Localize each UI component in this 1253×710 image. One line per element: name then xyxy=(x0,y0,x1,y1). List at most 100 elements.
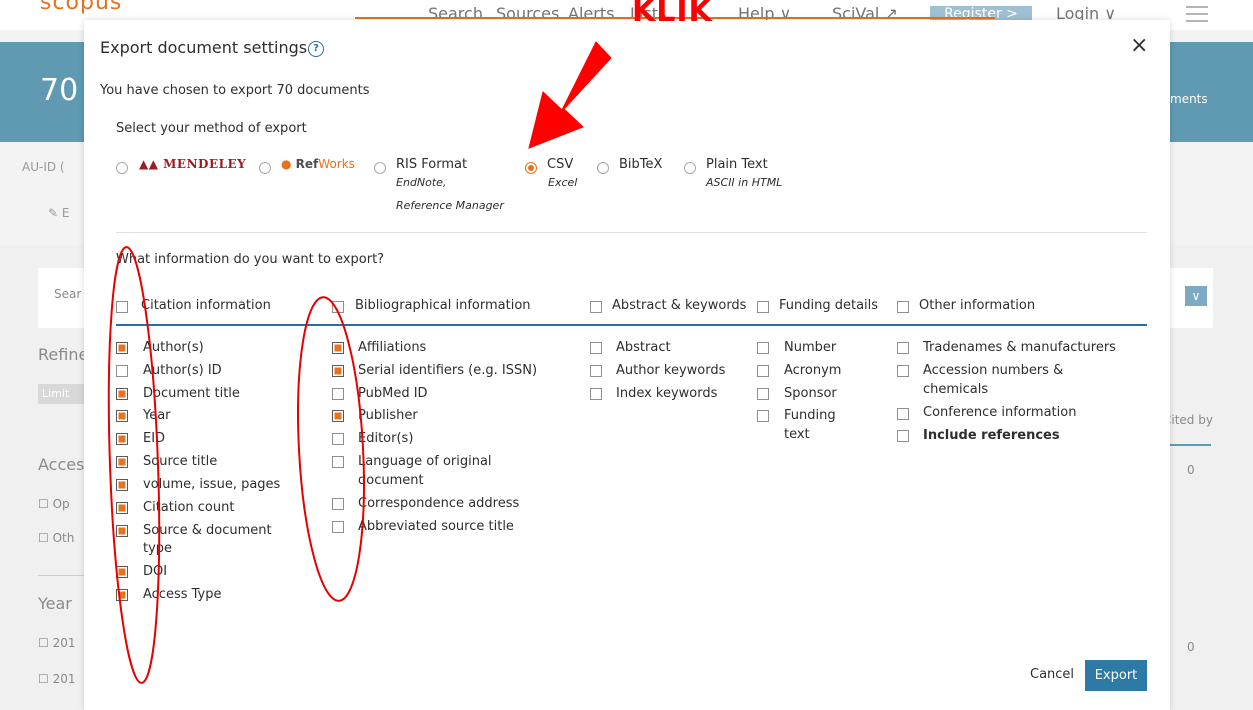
bibtex-label[interactable]: BibTeX xyxy=(619,157,662,172)
option-label: Abbreviated source title xyxy=(358,519,514,534)
option-label: Affiliations xyxy=(358,340,427,355)
option-label: Author(s) xyxy=(143,340,204,355)
chevron-down-icon[interactable]: ∨ xyxy=(1185,286,1207,306)
plain-text-label[interactable]: Plain Text xyxy=(706,157,768,172)
checkbox-citation-count[interactable] xyxy=(116,502,128,514)
banner-documents-text: ments xyxy=(1170,92,1208,106)
cancel-button[interactable]: Cancel xyxy=(1030,667,1074,682)
radio-refworks[interactable] xyxy=(259,162,271,174)
close-icon[interactable]: × xyxy=(1130,33,1148,58)
checkbox-affiliations[interactable] xyxy=(332,342,344,354)
checkbox-editors[interactable] xyxy=(332,433,344,445)
radio-csv[interactable] xyxy=(525,162,537,174)
radio-ris[interactable] xyxy=(374,162,386,174)
menu-icon[interactable] xyxy=(1186,6,1208,22)
pencil-icon: ✎ xyxy=(48,206,62,220)
option-label: Tradenames & manufacturers xyxy=(923,340,1116,355)
option-label: Accession numbers & xyxy=(923,363,1064,378)
help-icon[interactable]: ? xyxy=(308,41,324,57)
cited-by-count-2: 0 xyxy=(1187,640,1195,654)
radio-mendeley[interactable] xyxy=(116,162,128,174)
au-id-query: AU-ID ( xyxy=(22,160,65,174)
option-label: DOI xyxy=(143,564,168,579)
year-filter-2[interactable]: ☐ 201 xyxy=(38,672,75,686)
checkbox-citation-all[interactable] xyxy=(116,301,128,313)
scopus-logo[interactable]: scopus xyxy=(40,0,122,15)
year-heading: Year xyxy=(38,594,72,613)
mendeley-logo[interactable]: ▲▲ MENDELEY xyxy=(139,157,246,171)
checkbox-tradenames[interactable] xyxy=(897,342,909,354)
access-open-filter[interactable]: ☐ Op xyxy=(38,497,70,511)
option-label: Acronym xyxy=(784,363,842,378)
checkbox-doi[interactable] xyxy=(116,566,128,578)
refine-results-heading: Refine xyxy=(38,345,89,364)
limit-to-button[interactable]: Limit xyxy=(38,384,88,404)
checkbox-volume-issue-pages[interactable] xyxy=(116,479,128,491)
option-label: volume, issue, pages xyxy=(143,477,281,492)
option-label: Sponsor xyxy=(784,386,837,401)
csv-sub-excel: Excel xyxy=(548,176,578,189)
checkbox-author-keywords[interactable] xyxy=(590,365,602,377)
checkbox-abstract[interactable] xyxy=(590,342,602,354)
checkbox-source-title[interactable] xyxy=(116,456,128,468)
columns-divider xyxy=(116,324,1147,326)
checkbox-other-all[interactable] xyxy=(897,301,909,313)
checkbox-funding-sponsor[interactable] xyxy=(757,388,769,400)
option-label: Document title xyxy=(143,386,240,401)
klik-annotation: KLIK xyxy=(632,0,713,29)
checkbox-index-keywords[interactable] xyxy=(590,388,602,400)
checkbox-funding-text[interactable] xyxy=(757,410,769,422)
option-label: Abstract xyxy=(616,340,671,355)
checkbox-source-document-type[interactable] xyxy=(116,525,128,537)
checkbox-language[interactable] xyxy=(332,456,344,468)
cited-by-column[interactable]: Cited by xyxy=(1163,413,1213,427)
checkbox-pubmed-id[interactable] xyxy=(332,388,344,400)
checkbox-serial-identifiers[interactable] xyxy=(332,365,344,377)
option-label: Author(s) ID xyxy=(143,363,222,378)
checkbox-year[interactable] xyxy=(116,410,128,422)
option-label: Source title xyxy=(143,454,218,469)
option-label: EID xyxy=(143,431,166,446)
edit-query-link[interactable]: ✎ E xyxy=(48,206,69,220)
option-label: Correspondence address xyxy=(358,496,520,511)
option-label: Index keywords xyxy=(616,386,718,401)
export-button[interactable]: Export xyxy=(1085,660,1147,691)
checkbox-biblio-all[interactable] xyxy=(332,301,344,313)
checkbox-funding-number[interactable] xyxy=(757,342,769,354)
radio-plain-text[interactable] xyxy=(684,162,696,174)
radio-bibtex[interactable] xyxy=(597,162,609,174)
checkbox-abstract-all[interactable] xyxy=(590,301,602,313)
cited-by-underline xyxy=(1163,444,1211,446)
year-filter-1[interactable]: ☐ 201 xyxy=(38,636,75,650)
option-label: Author keywords xyxy=(616,363,726,378)
abstract-header: Abstract & keywords xyxy=(612,298,747,313)
access-type-heading: Acces xyxy=(38,455,85,474)
cited-by-count-1: 0 xyxy=(1187,463,1195,477)
checkbox-eid[interactable] xyxy=(116,433,128,445)
checkbox-accession-numbers[interactable] xyxy=(897,365,909,377)
checkbox-funding-all[interactable] xyxy=(757,301,769,313)
option-label: PubMed ID xyxy=(358,386,428,401)
checkbox-publisher[interactable] xyxy=(332,410,344,422)
access-other-filter[interactable]: ☐ Oth xyxy=(38,531,74,545)
option-label: Source & document xyxy=(143,523,272,538)
checkbox-document-title[interactable] xyxy=(116,388,128,400)
option-label-continued: document xyxy=(358,473,424,488)
checkbox-correspondence-address[interactable] xyxy=(332,498,344,510)
ris-label[interactable]: RIS Format xyxy=(396,157,467,172)
checkbox-access-type[interactable] xyxy=(116,589,128,601)
option-label: Language of original xyxy=(358,454,492,469)
checkbox-abbreviated-source-title[interactable] xyxy=(332,521,344,533)
plain-text-sub: ASCII in HTML xyxy=(706,176,783,189)
checkbox-include-references[interactable] xyxy=(897,430,909,442)
checkbox-author-ids[interactable] xyxy=(116,365,128,377)
option-label: Editor(s) xyxy=(358,431,414,446)
refworks-logo[interactable]: ● RefWorks xyxy=(281,157,355,171)
csv-label[interactable]: CSV xyxy=(547,157,573,172)
option-label: Number xyxy=(784,340,837,355)
option-label-continued: chemicals xyxy=(923,382,989,397)
checkbox-authors[interactable] xyxy=(116,342,128,354)
checkbox-funding-acronym[interactable] xyxy=(757,365,769,377)
document-count: 70 xyxy=(40,73,79,108)
checkbox-conference-information[interactable] xyxy=(897,408,909,420)
